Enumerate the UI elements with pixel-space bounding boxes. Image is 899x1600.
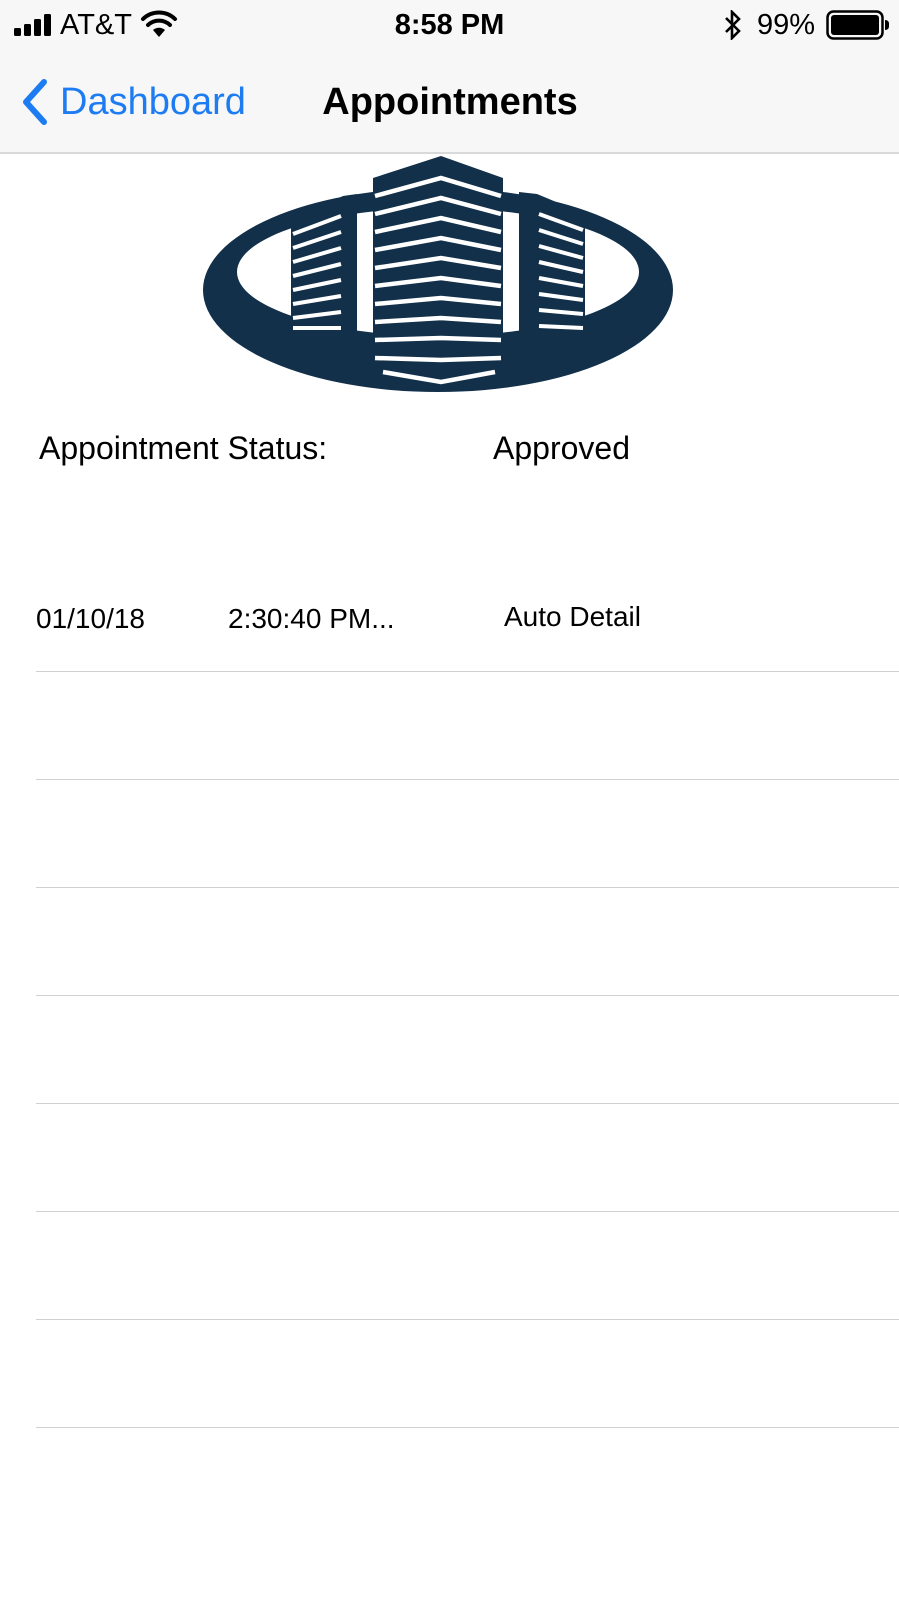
- back-button-label: Dashboard: [60, 81, 246, 123]
- status-bar: AT&T 8:58 PM 99%: [0, 0, 899, 50]
- appointments-table: 01/10/18 2:30:40 PM... Auto Detail: [0, 564, 899, 1428]
- page-title: Appointments: [322, 81, 578, 123]
- bluetooth-icon: [725, 10, 741, 40]
- navigation-bar: Dashboard Appointments: [0, 50, 899, 154]
- table-row[interactable]: [36, 1212, 899, 1320]
- table-row[interactable]: [36, 1104, 899, 1212]
- table-row[interactable]: [36, 996, 899, 1104]
- table-row[interactable]: [36, 1320, 899, 1428]
- table-row[interactable]: [36, 888, 899, 996]
- appointment-status-label: Appointment Status:: [39, 430, 328, 466]
- table-row[interactable]: 01/10/18 2:30:40 PM... Auto Detail: [36, 564, 899, 672]
- appointment-time: 2:30:40 PM...: [228, 603, 395, 634]
- battery-percent: 99%: [757, 9, 816, 41]
- appointment-date: 01/10/18: [36, 603, 145, 634]
- building-logo: [203, 156, 673, 392]
- chevron-left-icon: [23, 79, 47, 125]
- table-row[interactable]: [36, 780, 899, 888]
- battery-icon: [826, 10, 889, 40]
- table-row[interactable]: [36, 672, 899, 780]
- appointment-service: Auto Detail: [504, 601, 641, 632]
- appointment-status-value: Approved: [493, 430, 630, 466]
- back-button[interactable]: Dashboard: [18, 76, 246, 128]
